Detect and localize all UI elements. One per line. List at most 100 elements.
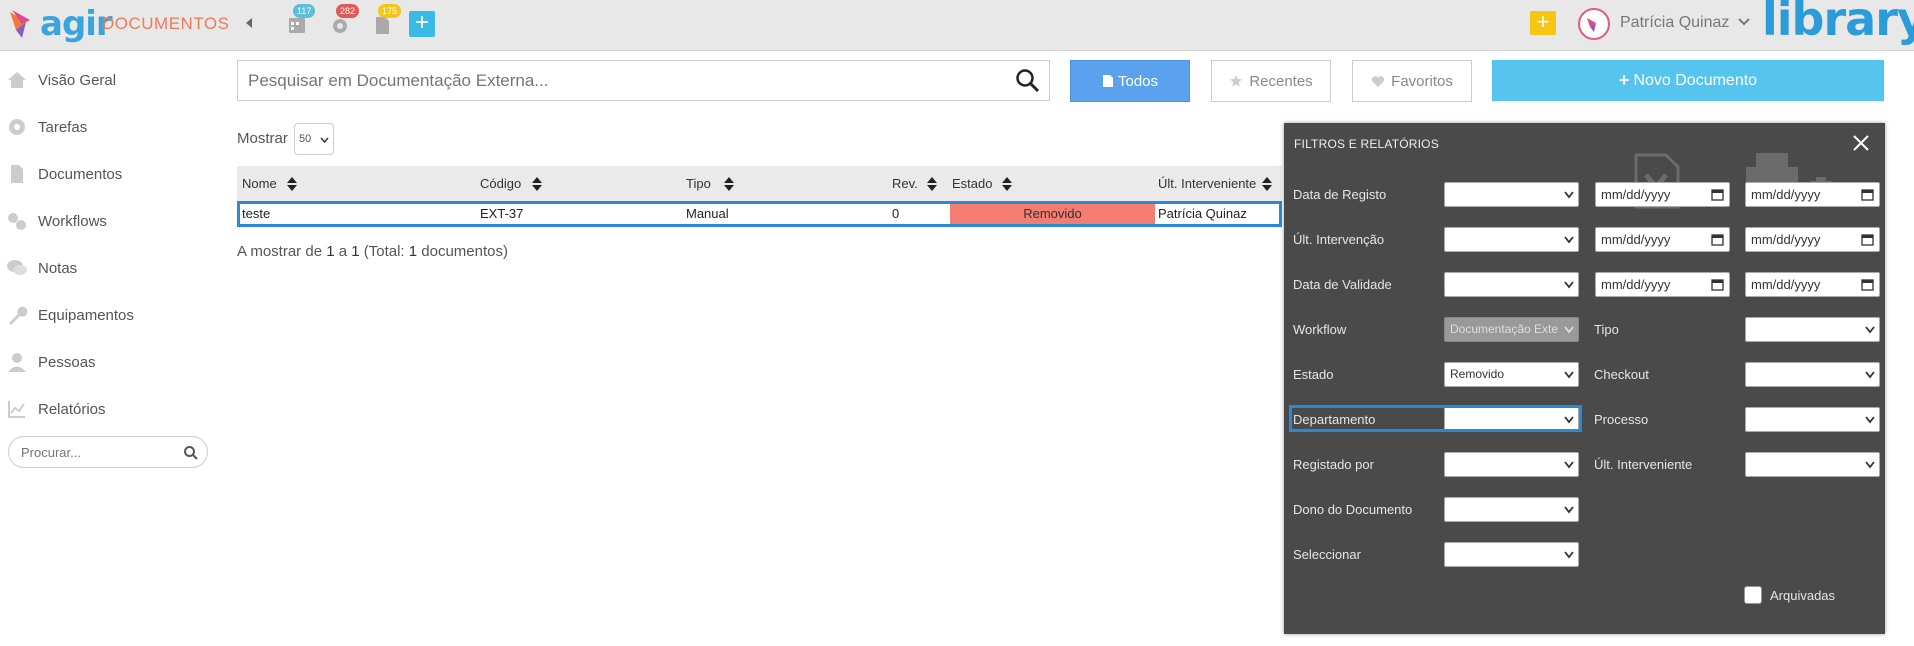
- close-icon[interactable]: [1851, 133, 1871, 153]
- sort-icon[interactable]: [927, 177, 937, 191]
- new-document-button[interactable]: + Novo Documento: [1492, 60, 1884, 101]
- user-menu[interactable]: Patrícia Quinaz: [1620, 14, 1750, 32]
- calendar-button[interactable]: 117: [285, 4, 316, 38]
- alerts-badge: 282: [336, 4, 360, 18]
- alerts-button[interactable]: 282: [328, 4, 360, 38]
- sort-icon[interactable]: [532, 177, 542, 191]
- sidebar-search[interactable]: [8, 436, 208, 468]
- calendar-icon[interactable]: [1711, 233, 1724, 246]
- sort-icon[interactable]: [287, 177, 297, 191]
- label-dono: Dono do Documento: [1293, 502, 1413, 517]
- sidebar-item-pessoas[interactable]: Pessoas: [6, 347, 206, 377]
- sidebar-item-label: Pessoas: [38, 353, 96, 371]
- sidebar-item-workflows[interactable]: Workflows: [6, 206, 206, 236]
- ult-intervencao-select[interactable]: [1444, 227, 1579, 252]
- column-nome[interactable]: Nome: [242, 166, 277, 201]
- add-yellow-button[interactable]: +: [1530, 11, 1556, 35]
- sidebar-item-equipamentos[interactable]: Equipamentos: [6, 300, 206, 330]
- gear-icon: [9, 119, 25, 135]
- sidebar-search-input[interactable]: [21, 445, 181, 460]
- date-placeholder: mm/dd/yyyy: [1751, 277, 1821, 292]
- collapse-sidebar-button[interactable]: [240, 12, 258, 34]
- workflow-select[interactable]: Documentação Exte: [1444, 317, 1579, 342]
- checkout-select[interactable]: [1745, 362, 1880, 387]
- column-codigo[interactable]: Código: [480, 166, 521, 201]
- data-validade-to[interactable]: mm/dd/yyyy: [1745, 272, 1880, 297]
- search-icon[interactable]: [1015, 68, 1041, 94]
- column-estado[interactable]: Estado: [952, 166, 992, 201]
- ult-intervencao-to[interactable]: mm/dd/yyyy: [1745, 227, 1880, 252]
- column-tipo[interactable]: Tipo: [686, 166, 711, 201]
- documents-badge: 175: [378, 4, 402, 18]
- results-summary: A mostrar de 1 a 1 (Total: 1 documentos): [237, 243, 508, 260]
- home-icon: [8, 72, 26, 88]
- calendar-icon[interactable]: [1711, 278, 1724, 291]
- table-header: Nome Código Tipo Rev. Estado Últ. Interv…: [237, 166, 1282, 201]
- sort-icon[interactable]: [724, 177, 734, 191]
- registado-por-select[interactable]: [1444, 452, 1579, 477]
- date-placeholder: mm/dd/yyyy: [1601, 277, 1671, 292]
- documents-button[interactable]: 175: [370, 4, 402, 38]
- sidebar-item-documentos[interactable]: Documentos: [6, 159, 206, 189]
- cell-estado: Removido: [950, 204, 1155, 224]
- avatar-logo-icon: [1587, 18, 1596, 32]
- sidebar-item-notas[interactable]: Notas: [6, 253, 206, 283]
- chevron-down-icon: [1564, 236, 1574, 244]
- main-search[interactable]: [237, 60, 1050, 101]
- quick-add-button[interactable]: +: [409, 11, 435, 37]
- calendar-icon[interactable]: [1861, 278, 1874, 291]
- data-registo-from[interactable]: mm/dd/yyyy: [1595, 182, 1730, 207]
- sidebar-item-visao-geral[interactable]: Visão Geral: [6, 65, 206, 95]
- avatar[interactable]: [1578, 8, 1610, 40]
- tab-favoritos[interactable]: Favoritos: [1352, 60, 1472, 102]
- agir-logo[interactable]: agir: [8, 4, 113, 46]
- label-estado-text: Estado: [1293, 367, 1334, 382]
- tipo-select[interactable]: [1745, 317, 1880, 342]
- main-search-input[interactable]: [248, 71, 988, 91]
- sidebar-item-label: Workflows: [38, 212, 107, 230]
- seleccionar-select[interactable]: [1444, 542, 1579, 567]
- dono-select[interactable]: [1444, 497, 1579, 522]
- sidebar-item-label: Relatórios: [38, 400, 106, 418]
- data-validade-select[interactable]: [1444, 272, 1579, 297]
- tab-todos[interactable]: Todos: [1070, 60, 1190, 102]
- chevron-down-icon: [1865, 371, 1875, 379]
- chevron-down-icon: [1564, 506, 1574, 514]
- data-validade-from[interactable]: mm/dd/yyyy: [1595, 272, 1730, 297]
- label-tipo: Tipo: [1594, 322, 1619, 337]
- show-label: Mostrar: [237, 130, 288, 147]
- ult-interveniente-select[interactable]: [1745, 452, 1880, 477]
- chevron-down-icon: [1564, 326, 1574, 334]
- column-label: Nome: [242, 176, 277, 191]
- calendar-icon[interactable]: [1861, 188, 1874, 201]
- search-icon[interactable]: [183, 445, 199, 461]
- date-placeholder: mm/dd/yyyy: [1601, 187, 1671, 202]
- processo-select[interactable]: [1745, 407, 1880, 432]
- estado-select[interactable]: Removido: [1444, 362, 1579, 387]
- column-rev[interactable]: Rev.: [892, 166, 918, 201]
- chart-icon: [8, 401, 25, 418]
- data-registo-select[interactable]: [1444, 182, 1579, 207]
- page-size-select[interactable]: 50: [294, 123, 334, 155]
- calendar-icon[interactable]: [1861, 233, 1874, 246]
- sort-icon[interactable]: [1002, 177, 1012, 191]
- tab-recentes[interactable]: Recentes: [1211, 60, 1331, 102]
- ult-intervencao-from[interactable]: mm/dd/yyyy: [1595, 227, 1730, 252]
- summary-prefix: A mostrar de: [237, 243, 327, 260]
- column-ult-interveniente[interactable]: Últ. Interveniente: [1158, 166, 1256, 201]
- calendar-icon[interactable]: [1711, 188, 1724, 201]
- sort-icon[interactable]: [1262, 177, 1272, 191]
- arquivadas-checkbox[interactable]: [1744, 586, 1762, 604]
- page-size-value: 50: [299, 133, 312, 145]
- summary-total-prefix: (Total:: [359, 243, 409, 260]
- column-label: Últ. Interveniente: [1158, 176, 1257, 191]
- sidebar-item-relatorios[interactable]: Relatórios: [6, 394, 206, 424]
- wrench-icon: [9, 306, 28, 325]
- gears-icon: [8, 213, 26, 230]
- sidebar-item-tarefas[interactable]: Tarefas: [6, 112, 206, 142]
- data-registo-to[interactable]: mm/dd/yyyy: [1745, 182, 1880, 207]
- table-row[interactable]: teste EXT-37 Manual 0 Removido Patrícia …: [237, 201, 1282, 227]
- new-document-label: Novo Documento: [1633, 71, 1758, 89]
- label-arquivadas: Arquivadas: [1770, 588, 1836, 603]
- cell-rev: 0: [892, 206, 900, 221]
